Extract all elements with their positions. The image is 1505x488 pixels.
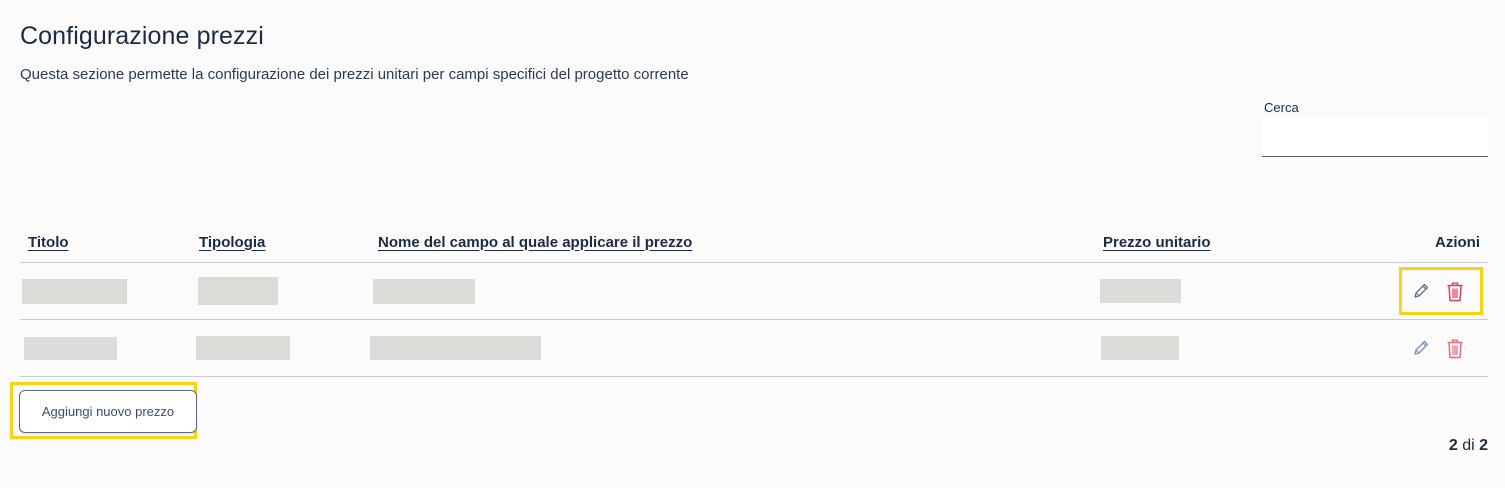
- search-box: Cerca: [1262, 100, 1488, 157]
- cell-type: [191, 319, 370, 377]
- column-header-unit-price[interactable]: Prezzo unitario: [1095, 222, 1335, 263]
- column-header-field-name[interactable]: Nome del campo al quale applicare il pre…: [370, 222, 1095, 263]
- pencil-icon[interactable]: [1412, 337, 1430, 359]
- pagination-current: 2: [1448, 437, 1458, 454]
- redacted-value: [373, 278, 475, 304]
- page-title: Configurazione prezzi: [20, 22, 264, 50]
- add-price-button[interactable]: Aggiungi nuovo prezzo: [19, 390, 197, 433]
- redacted-value: [24, 336, 117, 360]
- trash-icon[interactable]: [1446, 337, 1464, 359]
- column-header-actions: Azioni: [1335, 222, 1488, 263]
- row-actions: [1402, 327, 1480, 369]
- redacted-value: [198, 277, 278, 305]
- trash-icon[interactable]: [1446, 280, 1464, 302]
- table-row: [20, 319, 1488, 377]
- cell-field-name: [370, 319, 1095, 377]
- cell-unit-price: [1095, 319, 1335, 377]
- cell-actions: [1335, 319, 1488, 377]
- cell-title: [20, 262, 191, 320]
- cell-field-name: [370, 262, 1095, 320]
- table-row: [20, 262, 1488, 320]
- page-description: Questa sezione permette la configurazion…: [20, 66, 689, 83]
- search-input[interactable]: [1262, 118, 1488, 157]
- table-header-row: Titolo Tipologia Nome del campo al quale…: [20, 222, 1488, 263]
- column-header-title[interactable]: Titolo: [20, 222, 191, 263]
- prices-table: Titolo Tipologia Nome del campo al quale…: [20, 222, 1488, 377]
- redacted-value: [196, 336, 290, 360]
- pencil-icon[interactable]: [1412, 280, 1430, 302]
- cell-actions: [1335, 262, 1488, 320]
- cell-type: [191, 262, 370, 320]
- add-button-highlight: Aggiungi nuovo prezzo: [10, 382, 197, 439]
- column-header-type[interactable]: Tipologia: [191, 222, 370, 263]
- pagination-separator: di: [1462, 437, 1475, 454]
- row-actions: [1399, 267, 1483, 315]
- redacted-value: [1101, 336, 1179, 360]
- pagination-indicator: 2 di 2: [1449, 437, 1488, 455]
- cell-title: [20, 319, 191, 377]
- pagination-total: 2: [1479, 437, 1488, 454]
- redacted-value: [1100, 279, 1181, 303]
- redacted-value: [370, 336, 541, 360]
- redacted-value: [22, 278, 127, 304]
- search-label: Cerca: [1264, 100, 1299, 115]
- cell-unit-price: [1095, 262, 1335, 320]
